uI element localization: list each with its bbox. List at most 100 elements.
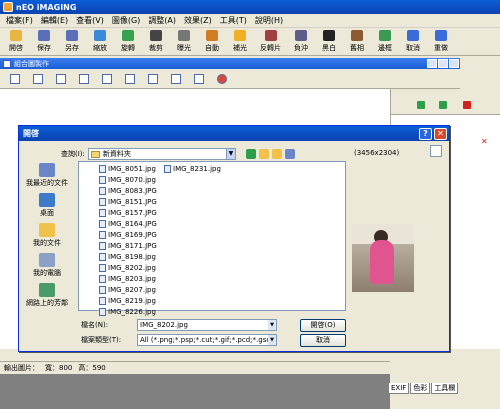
layout-2-icon[interactable] xyxy=(33,73,43,84)
delete-icon[interactable] xyxy=(463,101,471,109)
help-button[interactable]: ? xyxy=(419,127,432,140)
look-in-dropdown[interactable]: 新資料夾 ▼ xyxy=(87,148,236,160)
menu-view[interactable]: 查看(V) xyxy=(72,15,108,26)
file-item[interactable]: IMG_8083.JPG xyxy=(99,185,157,196)
menu-edit[interactable]: 編輯(E) xyxy=(37,15,72,26)
maximize-button[interactable] xyxy=(438,59,448,68)
menu-tools[interactable]: 工具(T) xyxy=(216,15,251,26)
file-list[interactable]: IMG_8051.jpg IMG_8070.jpg IMG_8083.JPG IMG_… xyxy=(78,161,346,316)
toolbar-button[interactable]: 舊相 xyxy=(343,28,371,55)
minimize-button[interactable] xyxy=(427,59,437,68)
file-item[interactable]: IMG_8231.jpg xyxy=(164,163,221,174)
place-network[interactable]: 網路上的芳鄰 xyxy=(21,283,73,313)
toolbar-button[interactable]: 裁剪 xyxy=(142,28,170,55)
open-dialog-title-bar: 開啓 ? ✕ xyxy=(19,126,449,141)
app-title-bar: nEO iMAGING xyxy=(0,0,500,14)
file-item[interactable]: IMG_8207.jpg xyxy=(99,284,157,295)
toolbar-button[interactable]: 曝光 xyxy=(170,28,198,55)
layout-1-icon[interactable] xyxy=(10,73,20,84)
up-folder-icon[interactable] xyxy=(258,149,269,159)
preview-toggle-icon[interactable] xyxy=(430,145,442,157)
file-item[interactable]: IMG_8198.jpg xyxy=(99,251,157,262)
toolbar-button-label: 邊框 xyxy=(378,44,392,52)
toolbar-button[interactable]: 重做 xyxy=(427,28,455,55)
layout-8-icon[interactable] xyxy=(171,73,181,84)
file-item[interactable]: IMG_8219.jpg xyxy=(99,295,157,306)
layout-4-icon[interactable] xyxy=(79,73,89,84)
menu-image[interactable]: 圖像(G) xyxy=(108,15,144,26)
toolbar-button[interactable]: 另存 xyxy=(58,28,86,55)
cross-process-icon xyxy=(295,30,307,41)
toolbar-button[interactable]: 自動 xyxy=(198,28,226,55)
toolbar-button-label: 取消 xyxy=(406,44,420,52)
layout-3-icon[interactable] xyxy=(56,73,66,84)
file-item[interactable]: IMG_8151.JPG xyxy=(99,196,157,207)
toolbar-button[interactable]: 保存 xyxy=(30,28,58,55)
file-item[interactable]: IMG_8070.jpg xyxy=(99,174,157,185)
filename-input[interactable]: IMG_8202.jpg ▼ xyxy=(137,319,277,331)
place-recent-documents[interactable]: 我最近的文件 xyxy=(21,163,73,193)
move-down-icon[interactable] xyxy=(417,101,425,109)
tab-toolbar[interactable]: 工具欄 xyxy=(431,383,459,394)
toolbar-button[interactable]: 負沖 xyxy=(287,28,315,55)
file-item[interactable]: IMG_8169.JPG xyxy=(99,229,157,240)
file-item[interactable]: IMG_8051.jpg xyxy=(99,163,157,174)
view-menu-icon[interactable] xyxy=(284,149,295,159)
chevron-down-icon[interactable]: ▼ xyxy=(225,149,235,159)
filetype-select[interactable]: All (*.png;*.psp;*.cut;*.gif;*.pcd;*.gsc… xyxy=(137,334,277,346)
file-name: IMG_8151.JPG xyxy=(108,197,157,206)
file-item[interactable]: IMG_8202.jpg xyxy=(99,262,157,273)
color-icon[interactable] xyxy=(217,73,227,84)
image-file-icon xyxy=(99,197,106,206)
toolbar-button[interactable]: 取消 xyxy=(399,28,427,55)
toolbar-button[interactable]: 開啓 xyxy=(2,28,30,55)
open-button[interactable]: 開啓(O) xyxy=(300,319,346,332)
menu-adjust[interactable]: 調整(A) xyxy=(144,15,180,26)
layout-6-icon[interactable] xyxy=(125,73,135,84)
image-file-icon xyxy=(99,274,106,283)
file-item[interactable]: IMG_8157.JPG xyxy=(99,207,157,218)
file-name: IMG_8219.jpg xyxy=(108,296,156,305)
file-name: IMG_8083.JPG xyxy=(108,186,157,195)
image-preview xyxy=(352,224,414,292)
tab-exif[interactable]: EXIF xyxy=(388,383,410,394)
new-folder-icon[interactable] xyxy=(271,149,282,159)
back-icon[interactable] xyxy=(245,149,256,159)
menu-help[interactable]: 說明(H) xyxy=(251,15,287,26)
file-item[interactable]: IMG_8226.jpg xyxy=(99,306,157,317)
move-up-icon[interactable] xyxy=(439,101,447,109)
output-height: 高：590 xyxy=(78,364,106,372)
menu-effects[interactable]: 效果(Z) xyxy=(180,15,216,26)
file-name: IMG_8171.JPG xyxy=(108,241,157,250)
tab-color[interactable]: 色彩 xyxy=(410,383,431,394)
dialog-close-button[interactable]: ✕ xyxy=(434,127,447,140)
chevron-down-icon[interactable]: ▼ xyxy=(268,320,276,330)
layout-5-icon[interactable] xyxy=(102,73,112,84)
place-desktop[interactable]: 桌面 xyxy=(21,193,73,223)
toolbar-button[interactable]: 反轉片 xyxy=(254,28,287,55)
cancel-button[interactable]: 取消 xyxy=(300,334,346,347)
layout-7-icon[interactable] xyxy=(148,73,158,84)
file-item[interactable]: IMG_8171.JPG xyxy=(99,240,157,251)
toolbar-button[interactable]: 補光 xyxy=(226,28,254,55)
toolbar-button[interactable]: 黑白 xyxy=(315,28,343,55)
zoom-icon xyxy=(94,30,106,41)
file-item[interactable]: IMG_8203.jpg xyxy=(99,273,157,284)
place-my-computer[interactable]: 我的電腦 xyxy=(21,253,73,283)
place-my-documents[interactable]: 我的文件 xyxy=(21,223,73,253)
filename-value: IMG_8202.jpg xyxy=(140,321,188,329)
close-button[interactable] xyxy=(449,59,459,68)
slide-film-icon xyxy=(264,30,277,41)
toolbar-button[interactable]: 縮放 xyxy=(86,28,114,55)
combine-window-title: 組合圖製作 xyxy=(14,59,49,68)
menu-file[interactable]: 檔案(F) xyxy=(2,15,37,26)
layout-9-icon[interactable] xyxy=(194,73,204,84)
file-item[interactable]: IMG_8164.JPG xyxy=(99,218,157,229)
toolbar-button[interactable]: 邊框 xyxy=(371,28,399,55)
combine-window-icon xyxy=(3,59,11,68)
image-file-icon xyxy=(99,263,106,272)
chevron-down-icon[interactable]: ▼ xyxy=(268,335,276,345)
toolbar-button[interactable]: 旋轉 xyxy=(114,28,142,55)
fill-light-icon xyxy=(234,30,246,41)
remove-icon[interactable]: ✕ xyxy=(481,137,489,146)
